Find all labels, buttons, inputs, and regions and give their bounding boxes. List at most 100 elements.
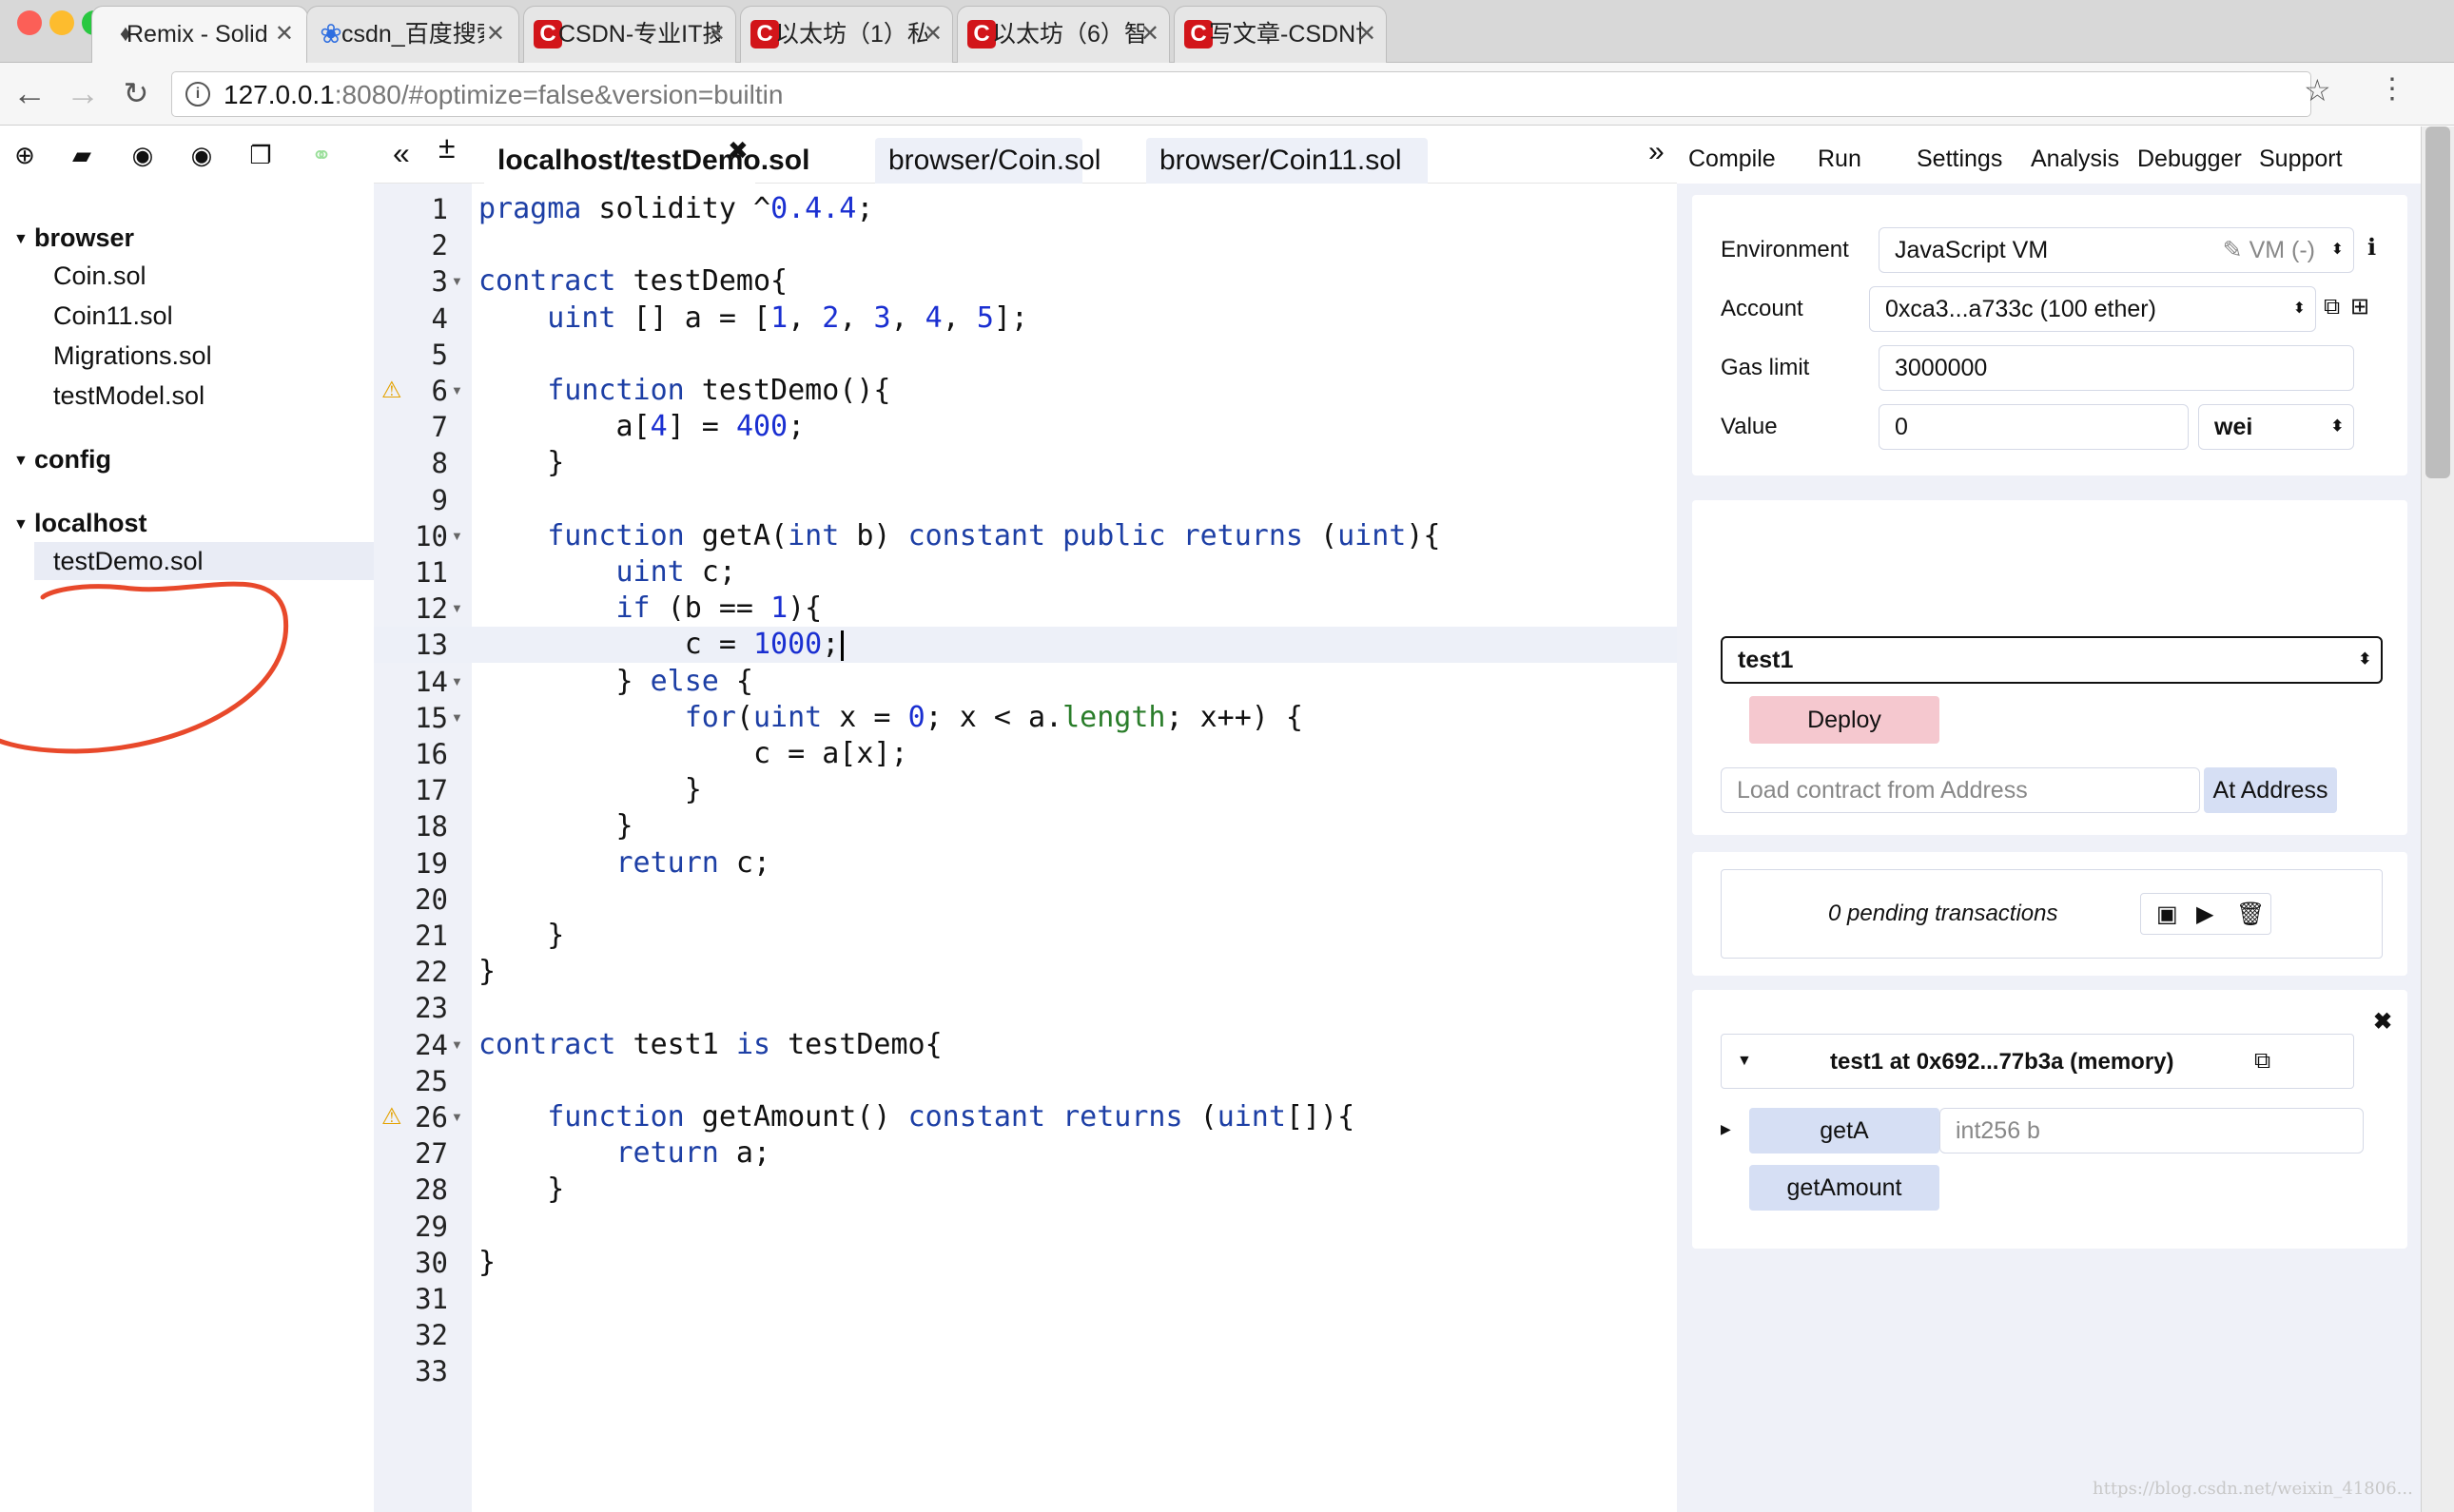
code-line[interactable]: 4 uint [] a = [1, 2, 3, 4, 5]; — [374, 300, 1677, 337]
tab-close-icon[interactable]: ✕ — [707, 20, 726, 48]
file-testdemo-sol[interactable]: testDemo.sol — [53, 544, 204, 578]
fold-arrow-icon[interactable]: ▼ — [451, 1099, 463, 1135]
open-folder-icon[interactable]: ▰ — [67, 140, 97, 170]
tab-support[interactable]: Support — [2259, 144, 2343, 174]
code-line[interactable]: 19 return c; — [374, 845, 1677, 882]
save-icon[interactable]: ▣ — [2156, 901, 2178, 928]
create-file-icon[interactable]: ⊕ — [10, 140, 40, 170]
code-line[interactable]: 10 ▼ function getA(int b) constant public… — [374, 518, 1677, 554]
url-text[interactable]: 127.0.0.1:8080/#optimize=false&version=b… — [224, 80, 783, 110]
tab-settings[interactable]: Settings — [1917, 144, 2002, 174]
caret-down-icon[interactable]: ▼ — [1737, 1048, 1752, 1075]
github-gist-icon[interactable]: ◉ — [186, 140, 217, 170]
browser-tab-write-article[interactable]: C 写文章-CSDN博客 ✕ — [1174, 6, 1387, 63]
code-line[interactable]: 3 ▼ contract testDemo{ — [374, 263, 1677, 300]
function-getA-param-input[interactable]: int256 b — [1939, 1108, 2364, 1153]
tab-analysis[interactable]: Analysis — [2031, 144, 2119, 174]
code-line[interactable]: 31 — [374, 1281, 1677, 1317]
deploy-button[interactable]: Deploy — [1749, 696, 1939, 744]
collapse-left-panel-icon[interactable]: « — [393, 134, 410, 172]
browser-tab-remix[interactable]: ♦ Remix - Solidity IDE ✕ — [91, 6, 308, 64]
back-arrow-icon[interactable]: ← — [11, 76, 48, 112]
code-line[interactable]: 17 } — [374, 772, 1677, 808]
value-unit-select[interactable]: wei ⬍ — [2198, 404, 2354, 450]
tab-close-icon[interactable]: ✕ — [1357, 20, 1376, 48]
window-scrollbar[interactable] — [2421, 126, 2454, 1512]
trash-icon[interactable]: 🗑 — [2236, 901, 2265, 928]
instance-header[interactable]: ▼ test1 at 0x692...77b3a (memory) ⧉ — [1721, 1034, 2354, 1089]
tab-testdemo-sol[interactable]: localhost/testDemo.sol ✖ — [484, 136, 809, 184]
code-line[interactable]: 5 — [374, 337, 1677, 373]
code-line[interactable]: 21 } — [374, 918, 1677, 954]
code-line[interactable]: 33 — [374, 1353, 1677, 1389]
value-input[interactable]: 0 — [1879, 404, 2189, 450]
close-instances-icon[interactable]: ✖ — [2373, 1009, 2392, 1036]
code-line[interactable]: 28 } — [374, 1172, 1677, 1208]
code-line[interactable]: 15 ▼ for(uint x = 0; x < a.length; x++) { — [374, 700, 1677, 736]
folder-localhost[interactable]: ▼ localhost — [13, 506, 147, 542]
code-line[interactable]: 30} — [374, 1245, 1677, 1281]
browser-tab-csdn[interactable]: C CSDN-专业IT技术社区 ✕ — [523, 6, 736, 63]
fold-arrow-icon[interactable]: ▼ — [451, 263, 463, 300]
file-migrations-sol[interactable]: Migrations.sol — [53, 339, 212, 373]
collapse-right-panel-icon[interactable]: » — [1648, 138, 1665, 166]
browser-tab-ethereum-1[interactable]: C 以太坊（1）私有链环境 ✕ — [740, 6, 953, 63]
copy-address-icon[interactable]: ⧉ — [2324, 294, 2340, 320]
code-line[interactable]: 11 uint c; — [374, 554, 1677, 591]
add-account-icon[interactable]: ⊞ — [2350, 294, 2369, 320]
fold-arrow-icon[interactable]: ▼ — [451, 591, 463, 627]
code-line[interactable]: 24 ▼ contract test1 is testDemo{ — [374, 1027, 1677, 1063]
increase-font-icon[interactable]: ± — [438, 128, 456, 166]
code-line[interactable]: 6 ▼ ⚠ function testDemo(){ — [374, 373, 1677, 409]
scrollbar-thumb[interactable] — [2425, 126, 2450, 478]
code-line[interactable]: 22} — [374, 954, 1677, 990]
window-close-button[interactable] — [17, 10, 42, 35]
code-line[interactable]: 14 ▼ } else { — [374, 664, 1677, 700]
fold-arrow-icon[interactable]: ▼ — [451, 1027, 463, 1063]
tab-close-icon[interactable]: ✕ — [1140, 20, 1159, 48]
fold-arrow-icon[interactable]: ▼ — [451, 518, 463, 554]
tab-debugger[interactable]: Debugger — [2137, 144, 2242, 174]
load-contract-address-input[interactable]: Load contract from Address — [1721, 767, 2200, 813]
code-line[interactable]: 9 — [374, 482, 1677, 518]
code-line[interactable]: 12 ▼ if (b == 1){ — [374, 591, 1677, 627]
browser-tab-baidu[interactable]: ❀ csdn_百度搜索 ✕ — [306, 6, 519, 63]
warning-icon[interactable]: ⚠ — [381, 1106, 402, 1129]
tab-compile[interactable]: Compile — [1688, 144, 1776, 174]
account-select[interactable]: 0xca3...a733c (100 ether) ⬍ — [1869, 286, 2316, 332]
bookmark-star-icon[interactable]: ☆ — [2304, 72, 2331, 108]
forward-arrow-icon[interactable]: → — [65, 76, 101, 112]
window-minimize-button[interactable] — [49, 10, 74, 35]
code-line[interactable]: 20 — [374, 882, 1677, 918]
contract-select[interactable]: test1 ⬍ — [1721, 636, 2383, 684]
warning-icon[interactable]: ⚠ — [381, 379, 402, 402]
reload-icon[interactable]: ↻ — [118, 76, 154, 112]
file-coin-sol[interactable]: Coin.sol — [53, 259, 146, 293]
file-coin11-sol[interactable]: Coin11.sol — [53, 299, 173, 333]
tab-coin11-sol[interactable]: browser/Coin11.sol — [1146, 138, 1428, 184]
caret-right-icon[interactable]: ▶ — [1721, 1115, 1731, 1142]
at-address-button[interactable]: At Address — [2204, 767, 2337, 813]
code-line[interactable]: 26 ▼ ⚠ function getAmount() constant retur… — [374, 1099, 1677, 1135]
file-testmodel-sol[interactable]: testModel.sol — [53, 378, 204, 413]
code-line[interactable]: 25 — [374, 1063, 1677, 1099]
code-line[interactable]: 29 — [374, 1209, 1677, 1245]
browser-tab-ethereum-6[interactable]: C 以太坊（6）智能合约开 ✕ — [957, 6, 1170, 63]
folder-config[interactable]: ▼ config — [13, 442, 111, 478]
info-icon[interactable]: ℹ — [2367, 235, 2376, 262]
fold-arrow-icon[interactable]: ▼ — [451, 664, 463, 700]
browser-menu-icon[interactable]: ⋮ — [2378, 72, 2406, 106]
function-getAmount-button[interactable]: getAmount — [1749, 1165, 1939, 1211]
code-editor[interactable]: 1 pragma solidity ^0.4.4; 2 3 ▼ contract test… — [374, 184, 1677, 1512]
fold-arrow-icon[interactable]: ▼ — [451, 373, 463, 409]
code-line[interactable]: 7 a[4] = 400; — [374, 409, 1677, 445]
url-bar[interactable]: i 127.0.0.1:8080/#optimize=false&version… — [171, 71, 2311, 117]
copy-instance-address-icon[interactable]: ⧉ — [2254, 1048, 2270, 1075]
code-line[interactable]: 32 — [374, 1317, 1677, 1353]
github-publish-icon[interactable]: ◉ — [127, 140, 158, 170]
site-info-icon[interactable]: i — [185, 82, 210, 107]
play-icon[interactable]: ▶ — [2196, 901, 2213, 928]
code-line[interactable]: 27 return a; — [374, 1135, 1677, 1172]
tab-close-icon[interactable]: ✕ — [275, 20, 294, 48]
function-getA-button[interactable]: getA — [1749, 1108, 1939, 1153]
